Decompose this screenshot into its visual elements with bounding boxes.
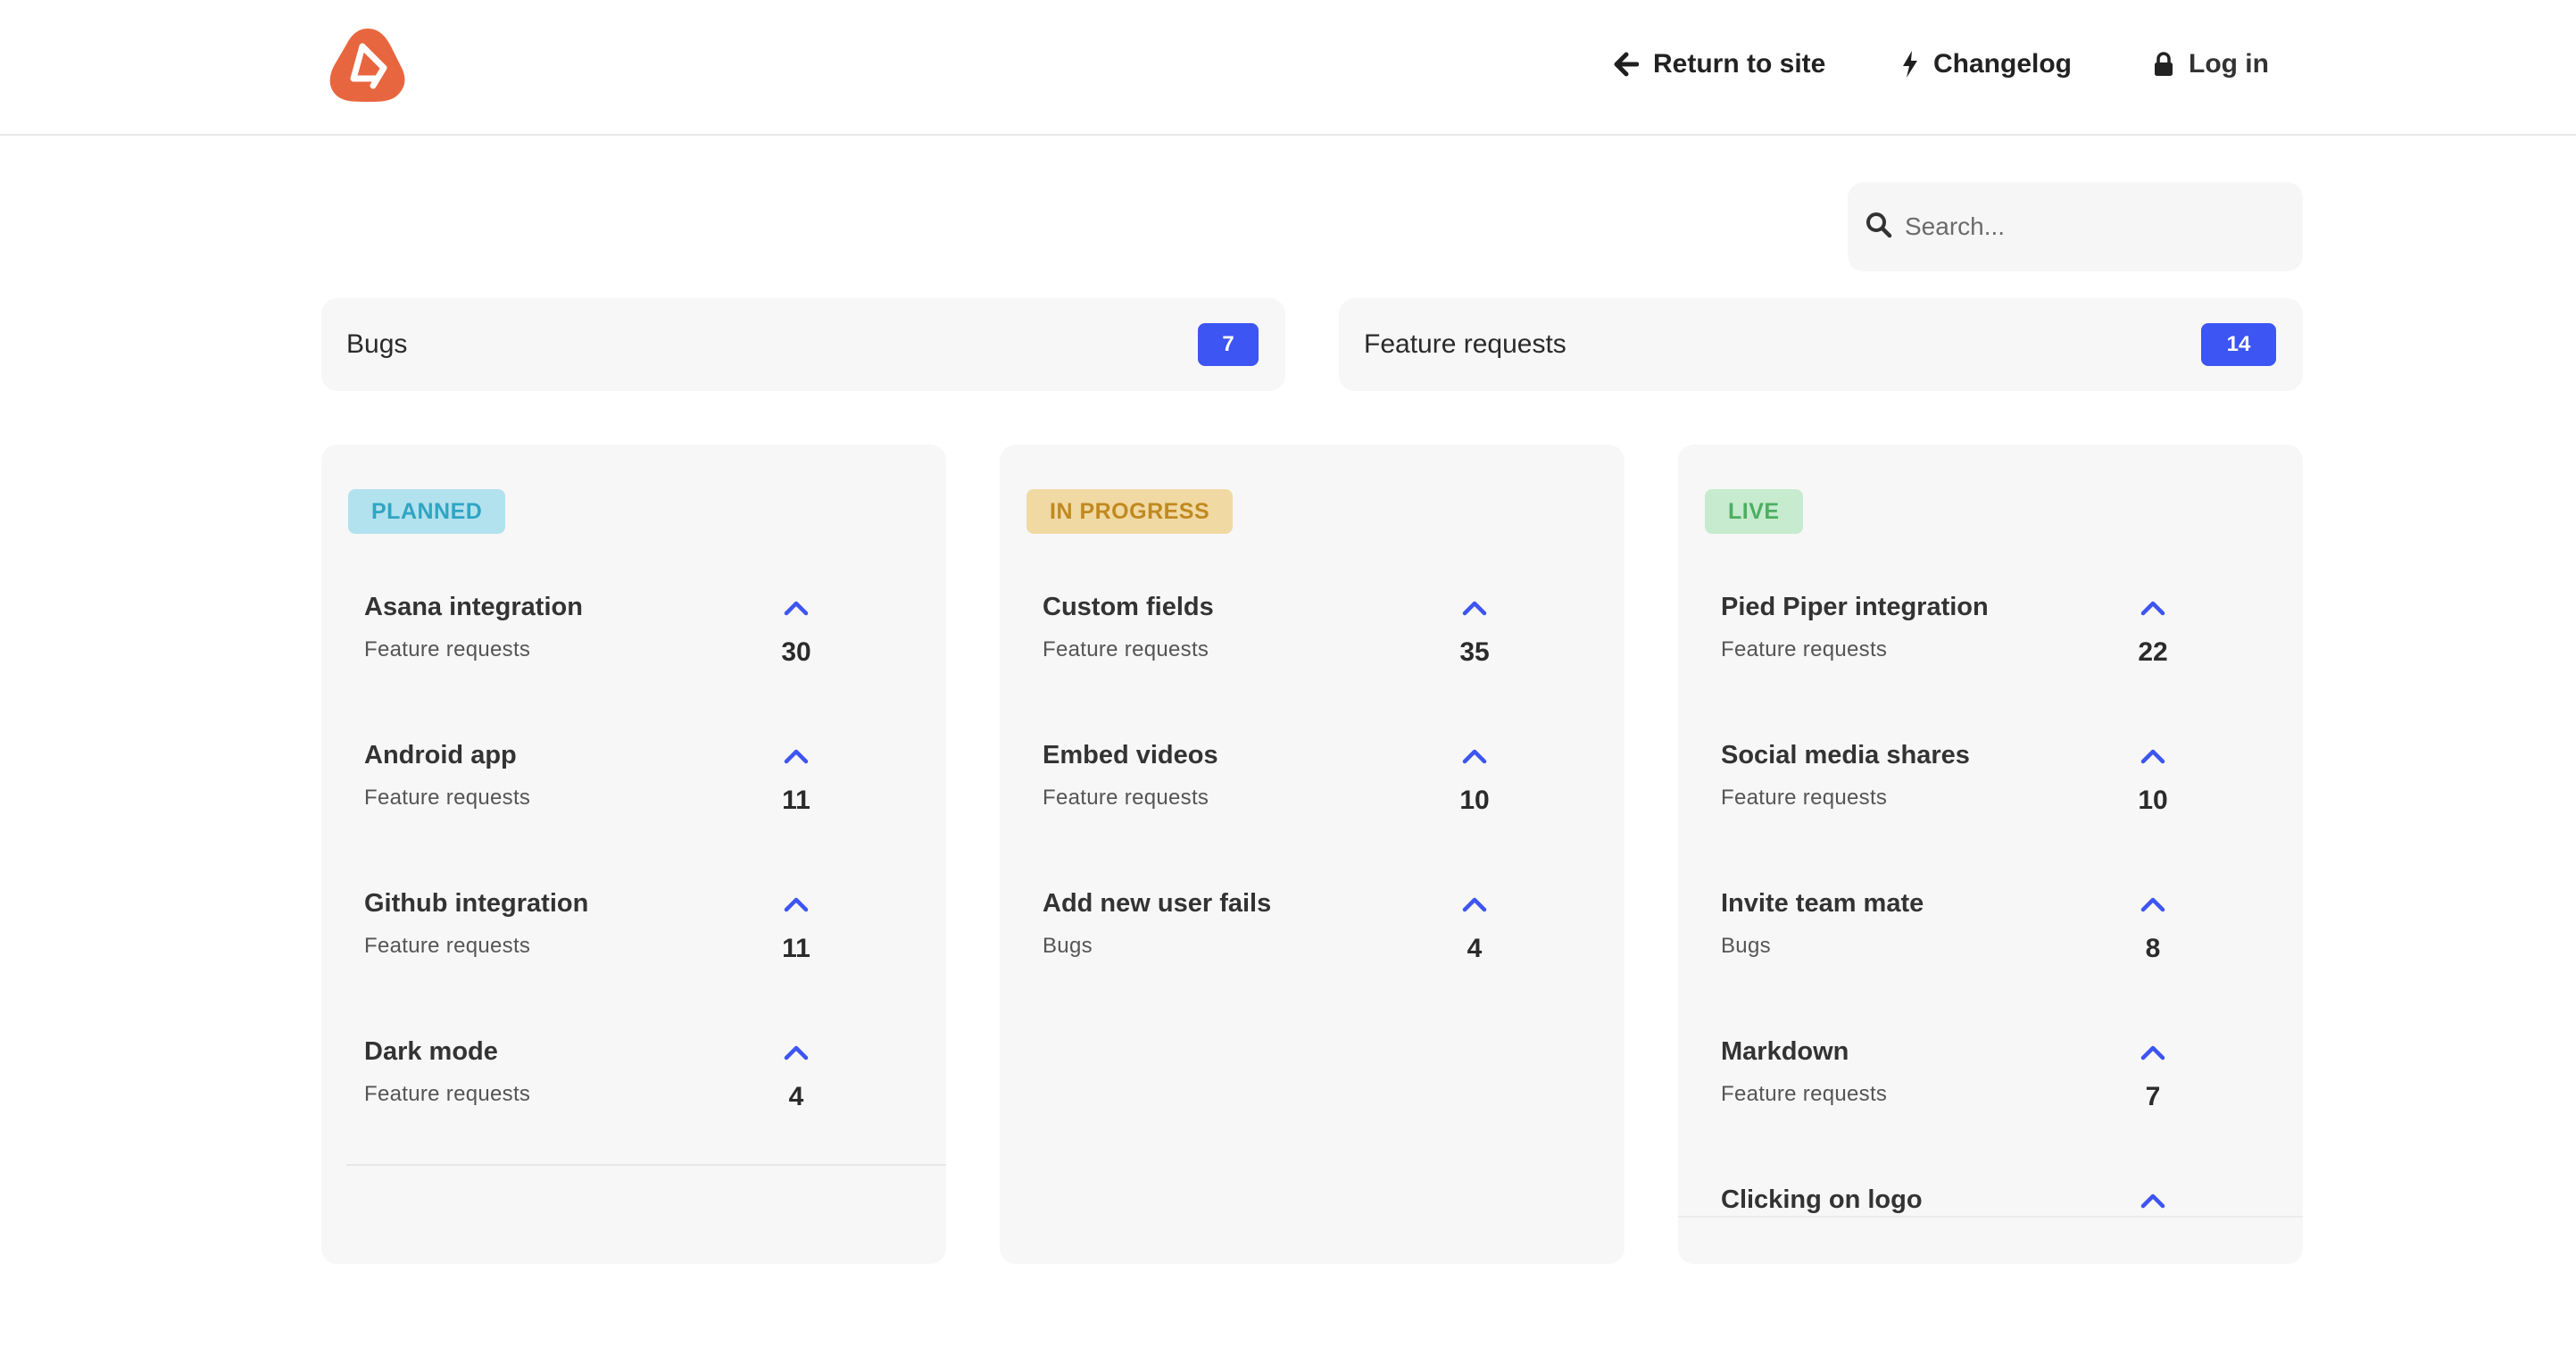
chevron-up-icon: [784, 1045, 809, 1060]
item-title: Android app: [364, 741, 517, 769]
roadmap-item[interactable]: Add new user fails Bugs 4: [1000, 875, 1625, 1023]
search-icon: [1866, 212, 1892, 243]
upvote-button[interactable]: 4: [768, 1043, 825, 1132]
roadmap-item[interactable]: Markdown Feature requests 7: [1678, 1023, 2303, 1171]
log-in-link[interactable]: Log in: [2153, 45, 2269, 84]
chevron-up-icon: [784, 601, 809, 616]
search-box[interactable]: [1848, 182, 2303, 271]
roadmap-list: Pied Piper integration Feature requests …: [1678, 578, 2303, 1264]
vote-count: 22: [2138, 637, 2168, 667]
chevron-up-icon: [2140, 1045, 2165, 1060]
vote-count: 11: [782, 934, 810, 963]
upvote-button[interactable]: 7: [2124, 1043, 2181, 1132]
vote-count: 4: [1467, 934, 1483, 963]
upvote-button[interactable]: 10: [1446, 746, 1503, 836]
chevron-up-icon: [2140, 1194, 2165, 1209]
item-category: Feature requests: [1043, 786, 1209, 810]
category-label: Bugs: [346, 329, 408, 359]
roadmap-column-in-progress: IN PROGRESS Custom fields Feature reques…: [1000, 445, 1625, 1264]
item-category: Feature requests: [1721, 786, 1888, 810]
vote-count: 35: [1459, 637, 1490, 667]
log-in-label: Log in: [2189, 49, 2269, 79]
roadmap-list: Asana integration Feature requests 30 An…: [321, 578, 946, 1171]
lock-icon: [2153, 52, 2174, 77]
item-category: Feature requests: [364, 786, 531, 810]
upvote-button[interactable]: 35: [1446, 598, 1503, 687]
vote-count: 4: [788, 1082, 804, 1111]
vote-count: 7: [2145, 1082, 2161, 1111]
item-title: Asana integration: [364, 593, 583, 621]
item-category: Feature requests: [364, 934, 531, 958]
app-logo[interactable]: [327, 23, 409, 105]
item-title: Dark mode: [364, 1037, 498, 1066]
roadmap-item[interactable]: Social media shares Feature requests 10: [1678, 727, 2303, 875]
item-category: Bugs: [1721, 934, 1771, 958]
roadmap-column-planned: PLANNED Asana integration Feature reques…: [321, 445, 946, 1264]
category-card-bugs[interactable]: Bugs 7: [321, 298, 1285, 391]
item-title: Embed videos: [1043, 741, 1218, 769]
upvote-button[interactable]: 8: [2124, 894, 2181, 984]
roadmap-item[interactable]: Pied Piper integration Feature requests …: [1678, 578, 2303, 727]
category-count-badge: 14: [2201, 323, 2276, 366]
roadmap-item[interactable]: Asana integration Feature requests 30: [321, 578, 946, 727]
upvote-button[interactable]: 4: [1446, 894, 1503, 984]
roadmap-item[interactable]: Dark mode Feature requests 4: [321, 1023, 946, 1171]
item-title: Pied Piper integration: [1721, 593, 1989, 621]
upvote-button[interactable]: 10: [2124, 746, 2181, 836]
chevron-up-icon: [784, 897, 809, 912]
status-badge-in-progress: IN PROGRESS: [1026, 489, 1234, 534]
item-title: Github integration: [364, 889, 589, 918]
return-to-site-label: Return to site: [1653, 49, 1826, 79]
item-category: Bugs: [1043, 934, 1093, 958]
item-category: Feature requests: [1721, 637, 1888, 661]
chevron-up-icon: [2140, 897, 2165, 912]
search-input[interactable]: [1905, 212, 2280, 241]
vote-count: 30: [781, 637, 811, 667]
category-card-feature-requests[interactable]: Feature requests 14: [1339, 298, 2303, 391]
item-title: Custom fields: [1043, 593, 1214, 621]
vote-count: 10: [1459, 786, 1490, 815]
category-count-badge: 7: [1198, 323, 1259, 366]
chevron-up-icon: [2140, 749, 2165, 764]
roadmap-item[interactable]: Invite team mate Bugs 8: [1678, 875, 2303, 1023]
item-title: Clicking on logo: [1721, 1185, 1923, 1214]
chevron-up-icon: [1462, 601, 1487, 616]
upvote-button[interactable]: 30: [768, 598, 825, 687]
item-title: Add new user fails: [1043, 889, 1272, 918]
chevron-up-icon: [784, 749, 809, 764]
roadmap-item[interactable]: Github integration Feature requests 11: [321, 875, 946, 1023]
item-category: Feature requests: [1721, 1082, 1888, 1106]
item-title: Social media shares: [1721, 741, 1970, 769]
roadmap-item[interactable]: Android app Feature requests 11: [321, 727, 946, 875]
item-category: Feature requests: [364, 1082, 531, 1106]
item-category: Feature requests: [364, 637, 531, 661]
chevron-up-icon: [1462, 749, 1487, 764]
status-badge-planned: PLANNED: [348, 489, 506, 534]
item-category: Feature requests: [1043, 637, 1209, 661]
changelog-label: Changelog: [1933, 49, 2072, 79]
roadmap-item[interactable]: Custom fields Feature requests 35: [1000, 578, 1625, 727]
roadmap-item[interactable]: Embed videos Feature requests 10: [1000, 727, 1625, 875]
item-title: Markdown: [1721, 1037, 1849, 1066]
divider: [346, 1164, 946, 1166]
vote-count: 11: [782, 786, 810, 815]
upvote-button[interactable]: 11: [768, 894, 825, 984]
vote-count: 8: [2145, 934, 2161, 963]
category-label: Feature requests: [1364, 329, 1566, 359]
item-title: Invite team mate: [1721, 889, 1924, 918]
upvote-button[interactable]: 11: [768, 746, 825, 836]
return-to-site-link[interactable]: Return to site: [1614, 45, 1825, 84]
changelog-link[interactable]: Changelog: [1901, 45, 2072, 84]
chevron-up-icon: [1462, 897, 1487, 912]
chevron-up-icon: [2140, 601, 2165, 616]
status-badge-live: LIVE: [1705, 489, 1803, 534]
list-scroll-edge: [1678, 1216, 2303, 1264]
roadmap-column-live: LIVE Pied Piper integration Feature requ…: [1678, 445, 2303, 1264]
top-header: Return to site Changelog Log in: [0, 0, 2576, 136]
vote-count: 10: [2138, 786, 2168, 815]
lightning-icon: [1901, 50, 1919, 79]
upvote-button[interactable]: 22: [2124, 598, 2181, 687]
roadmap-list: Custom fields Feature requests 35 Embed …: [1000, 578, 1625, 1023]
arrow-left-icon: [1614, 52, 1639, 77]
